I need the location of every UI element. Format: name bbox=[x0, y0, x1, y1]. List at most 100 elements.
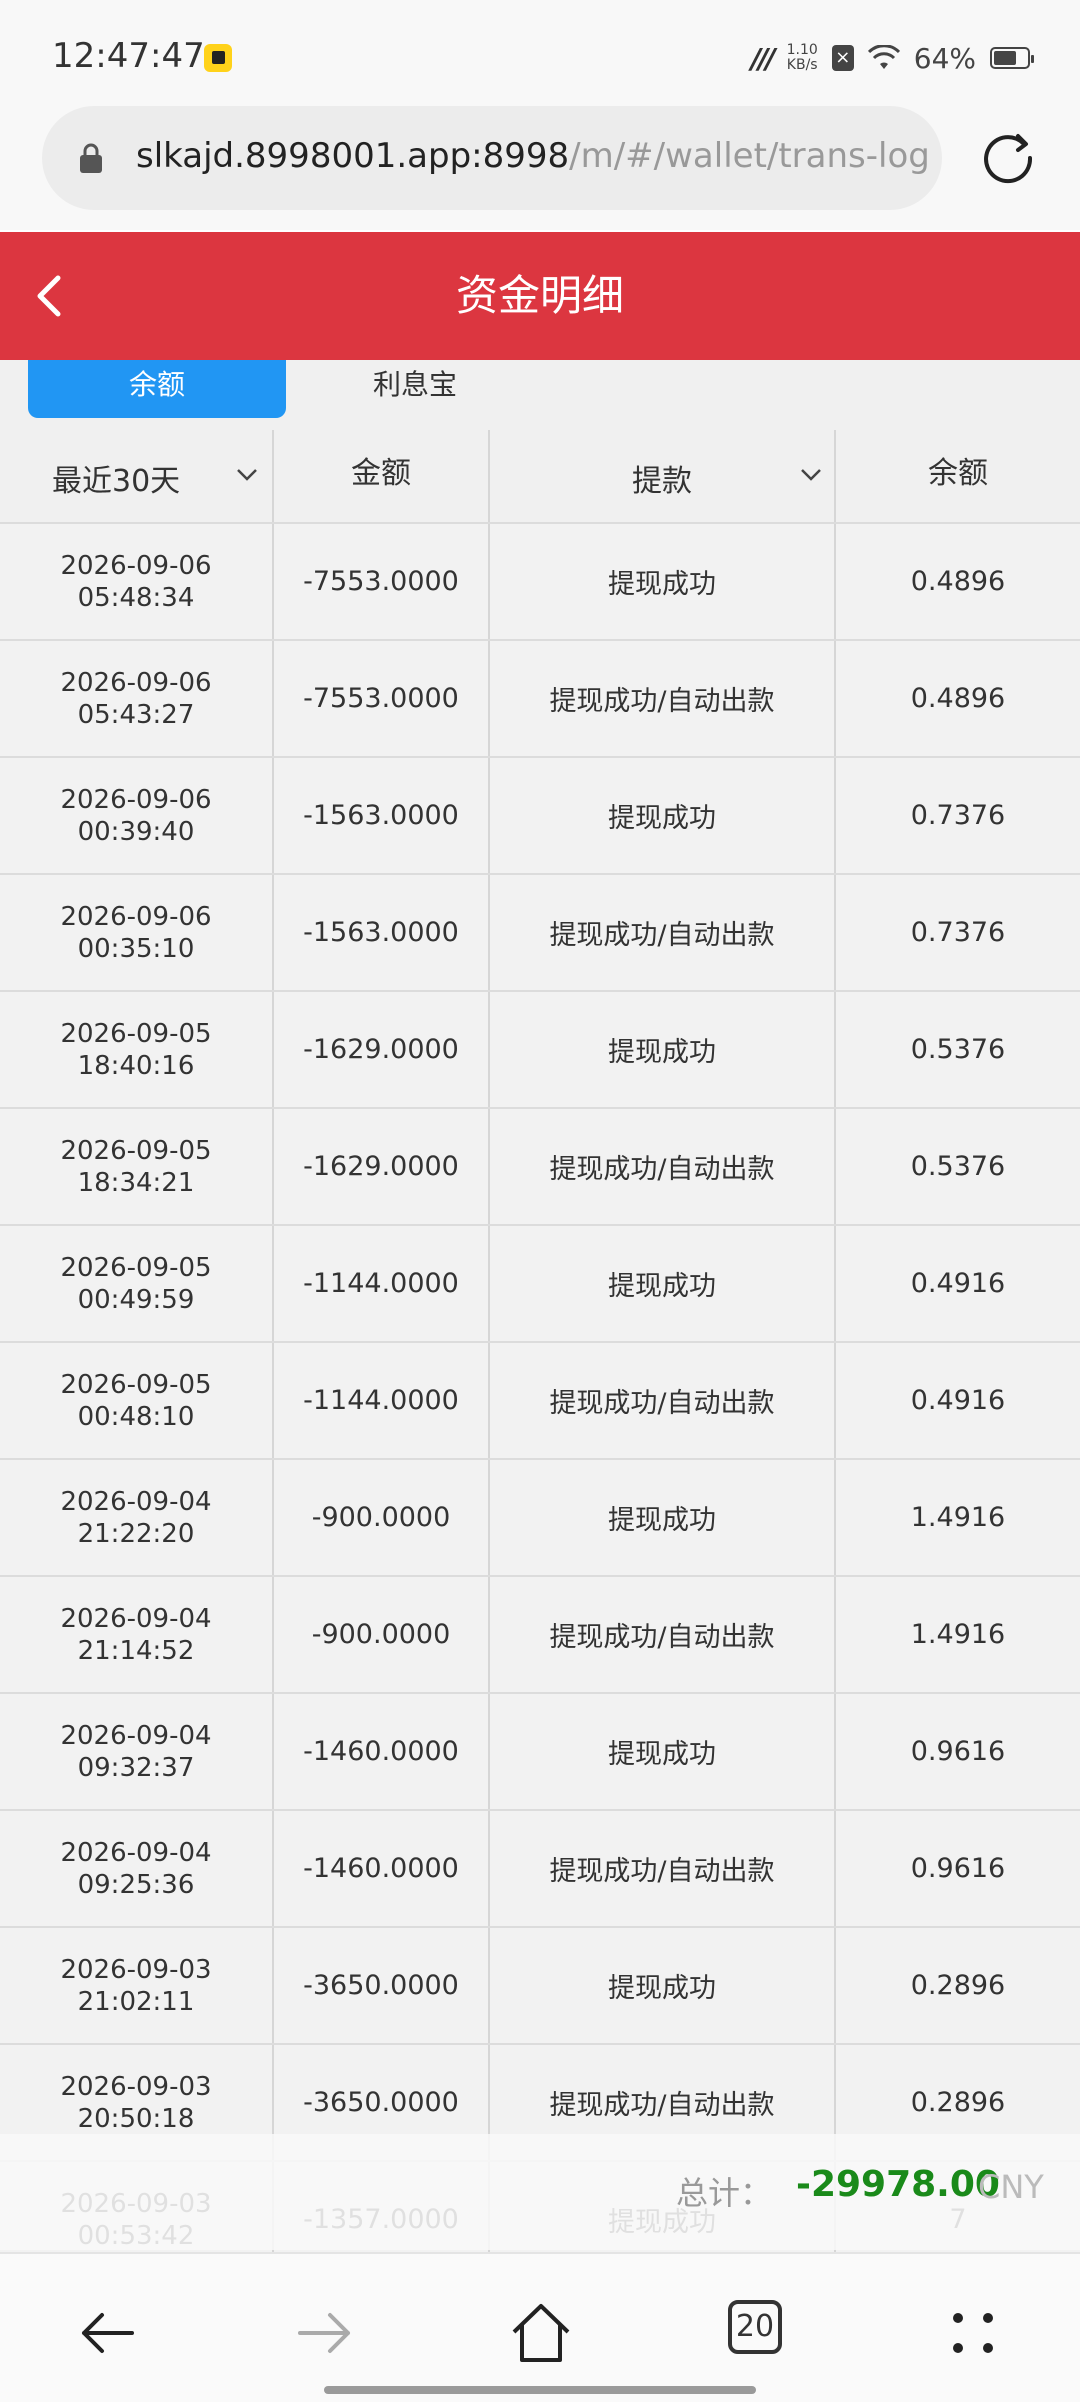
row-balance: 0.4896 bbox=[834, 524, 1080, 639]
table-row: 2026-09-05 18:40:16 -1629.0000 提现成功 0.5376 bbox=[0, 992, 1080, 1109]
row-type: 提现成功 bbox=[488, 758, 834, 873]
row-time: 09:25:36 bbox=[77, 1869, 195, 1900]
row-balance: 0.9616 bbox=[834, 1811, 1080, 1926]
row-time: 00:39:40 bbox=[77, 816, 195, 847]
row-balance: 0.7376 bbox=[834, 875, 1080, 990]
app-notification-icon bbox=[204, 44, 232, 72]
row-time: 18:40:16 bbox=[77, 1050, 195, 1081]
date-filter-dropdown[interactable]: 最近30天 bbox=[0, 430, 272, 522]
table-row: 2026-09-04 21:22:20 -900.0000 提现成功 1.4916 bbox=[0, 1460, 1080, 1577]
chevron-down-icon bbox=[801, 469, 821, 481]
row-type: 提现成功/自动出款 bbox=[488, 1109, 834, 1224]
row-datetime: 2026-09-05 18:40:16 bbox=[0, 992, 272, 1107]
home-indicator[interactable] bbox=[324, 2386, 756, 2394]
wifi-icon bbox=[867, 45, 900, 69]
address-bar[interactable]: slkajd.8998001.app:8998/m/#/wallet/trans… bbox=[42, 106, 942, 210]
row-amount: -7553.0000 bbox=[272, 641, 488, 756]
table-row: 2026-09-04 21:14:52 -900.0000 提现成功/自动出款 1.49… bbox=[0, 1577, 1080, 1694]
table-header: 最近30天 金额 提款 余额 bbox=[0, 430, 1080, 524]
net-speed-value: 1.10 bbox=[786, 42, 818, 58]
nav-back-icon[interactable] bbox=[72, 2298, 142, 2368]
row-type: 提现成功/自动出款 bbox=[488, 1811, 834, 1926]
row-datetime: 2026-09-05 00:48:10 bbox=[0, 1343, 272, 1458]
total-bar: 总计： -29978.00 CNY bbox=[0, 2134, 1080, 2250]
chevron-down-icon bbox=[237, 469, 257, 481]
url-path: /m/#/wallet/trans-log bbox=[569, 136, 930, 176]
row-datetime: 2026-09-04 09:25:36 bbox=[0, 1811, 272, 1926]
row-amount: -900.0000 bbox=[272, 1577, 488, 1692]
row-balance: 0.4916 bbox=[834, 1343, 1080, 1458]
row-amount: -900.0000 bbox=[272, 1460, 488, 1575]
row-balance: 0.9616 bbox=[834, 1694, 1080, 1809]
row-date: 2026-09-05 bbox=[60, 1369, 212, 1400]
tab-interest[interactable]: 利息宝 bbox=[286, 360, 544, 418]
row-balance: 1.4916 bbox=[834, 1577, 1080, 1692]
row-datetime: 2026-09-06 00:39:40 bbox=[0, 758, 272, 873]
net-speed: 1.10 KB/s bbox=[787, 43, 818, 73]
row-amount: -1460.0000 bbox=[272, 1811, 488, 1926]
row-date: 2026-09-06 bbox=[60, 550, 212, 581]
row-time: 00:49:59 bbox=[77, 1284, 195, 1315]
row-time: 00:48:10 bbox=[77, 1401, 195, 1432]
back-icon[interactable] bbox=[18, 266, 78, 326]
row-balance: 0.4916 bbox=[834, 1226, 1080, 1341]
table-row: 2026-09-06 00:39:40 -1563.0000 提现成功 0.7376 bbox=[0, 758, 1080, 875]
row-datetime: 2026-09-06 05:43:27 bbox=[0, 641, 272, 756]
row-date: 2026-09-04 bbox=[60, 1837, 212, 1868]
transaction-table: 最近30天 金额 提款 余额 2026-09-06 05:48:34 -7553.0… bbox=[0, 430, 1080, 2279]
row-date: 2026-09-04 bbox=[60, 1720, 212, 1751]
row-type: 提现成功/自动出款 bbox=[488, 641, 834, 756]
row-amount: -1563.0000 bbox=[272, 875, 488, 990]
row-type: 提现成功 bbox=[488, 1460, 834, 1575]
row-datetime: 2026-09-06 05:48:34 bbox=[0, 524, 272, 639]
page-header: 资金明细 bbox=[0, 232, 1080, 360]
row-date: 2026-09-06 bbox=[60, 667, 212, 698]
url-text[interactable]: slkajd.8998001.app:8998/m/#/wallet/trans… bbox=[136, 136, 930, 176]
table-row: 2026-09-04 09:25:36 -1460.0000 提现成功/自动出款 0.9… bbox=[0, 1811, 1080, 1928]
row-time: 05:48:34 bbox=[77, 582, 195, 613]
row-balance: 0.2896 bbox=[834, 1928, 1080, 2043]
nav-forward-icon[interactable] bbox=[290, 2298, 360, 2368]
row-datetime: 2026-09-05 00:49:59 bbox=[0, 1226, 272, 1341]
url-host: slkajd.8998001.app:8998 bbox=[136, 136, 570, 176]
row-amount: -1563.0000 bbox=[272, 758, 488, 873]
row-datetime: 2026-09-05 18:34:21 bbox=[0, 1109, 272, 1224]
menu-dots-icon[interactable] bbox=[938, 2298, 1008, 2368]
tabs-count-button[interactable]: 20 bbox=[728, 2300, 782, 2354]
browser-toolbar: slkajd.8998001.app:8998/m/#/wallet/trans… bbox=[0, 100, 1080, 230]
system-icons: /// 1.10 KB/s × 64% bbox=[751, 38, 1034, 78]
row-balance: 1.4916 bbox=[834, 1460, 1080, 1575]
reload-icon[interactable] bbox=[978, 126, 1038, 186]
row-time: 21:14:52 bbox=[77, 1635, 195, 1666]
table-row: 2026-09-05 00:48:10 -1144.0000 提现成功/自动出款 0.4… bbox=[0, 1343, 1080, 1460]
table-row: 2026-09-06 05:43:27 -7553.0000 提现成功/自动出款 0.4… bbox=[0, 641, 1080, 758]
row-time: 05:43:27 bbox=[77, 699, 195, 730]
row-type: 提现成功 bbox=[488, 1226, 834, 1341]
table-row: 2026-09-06 00:35:10 -1563.0000 提现成功/自动出款 0.7… bbox=[0, 875, 1080, 992]
row-type: 提现成功 bbox=[488, 524, 834, 639]
row-amount: -1629.0000 bbox=[272, 992, 488, 1107]
row-type: 提现成功/自动出款 bbox=[488, 875, 834, 990]
table-body: 2026-09-06 05:48:34 -7553.0000 提现成功 0.4896 20… bbox=[0, 524, 1080, 2279]
row-balance: 0.5376 bbox=[834, 992, 1080, 1107]
net-speed-unit: KB/s bbox=[786, 57, 818, 73]
row-date: 2026-09-06 bbox=[60, 901, 212, 932]
tab-bar: 余额 利息宝 bbox=[0, 360, 1080, 430]
tab-balance[interactable]: 余额 bbox=[28, 360, 286, 418]
row-amount: -3650.0000 bbox=[272, 1928, 488, 2043]
row-amount: -1629.0000 bbox=[272, 1109, 488, 1224]
amount-header-label: 金额 bbox=[351, 456, 411, 491]
table-row: 2026-09-04 09:32:37 -1460.0000 提现成功 0.9616 bbox=[0, 1694, 1080, 1811]
row-time: 20:50:18 bbox=[77, 2103, 195, 2134]
status-time: 12:47:47 bbox=[52, 36, 205, 76]
row-datetime: 2026-09-04 21:14:52 bbox=[0, 1577, 272, 1692]
row-type: 提现成功/自动出款 bbox=[488, 1577, 834, 1692]
battery-percent: 64% bbox=[913, 41, 976, 75]
status-bar: 12:47:47 /// 1.10 KB/s × 64% bbox=[0, 0, 1080, 110]
lock-icon bbox=[80, 143, 102, 173]
home-icon[interactable] bbox=[506, 2298, 576, 2368]
type-filter-dropdown[interactable]: 提款 bbox=[488, 430, 834, 522]
type-filter-label: 提款 bbox=[632, 464, 692, 499]
row-balance: 0.4896 bbox=[834, 641, 1080, 756]
total-value: -29978.00 bbox=[796, 2164, 1000, 2205]
